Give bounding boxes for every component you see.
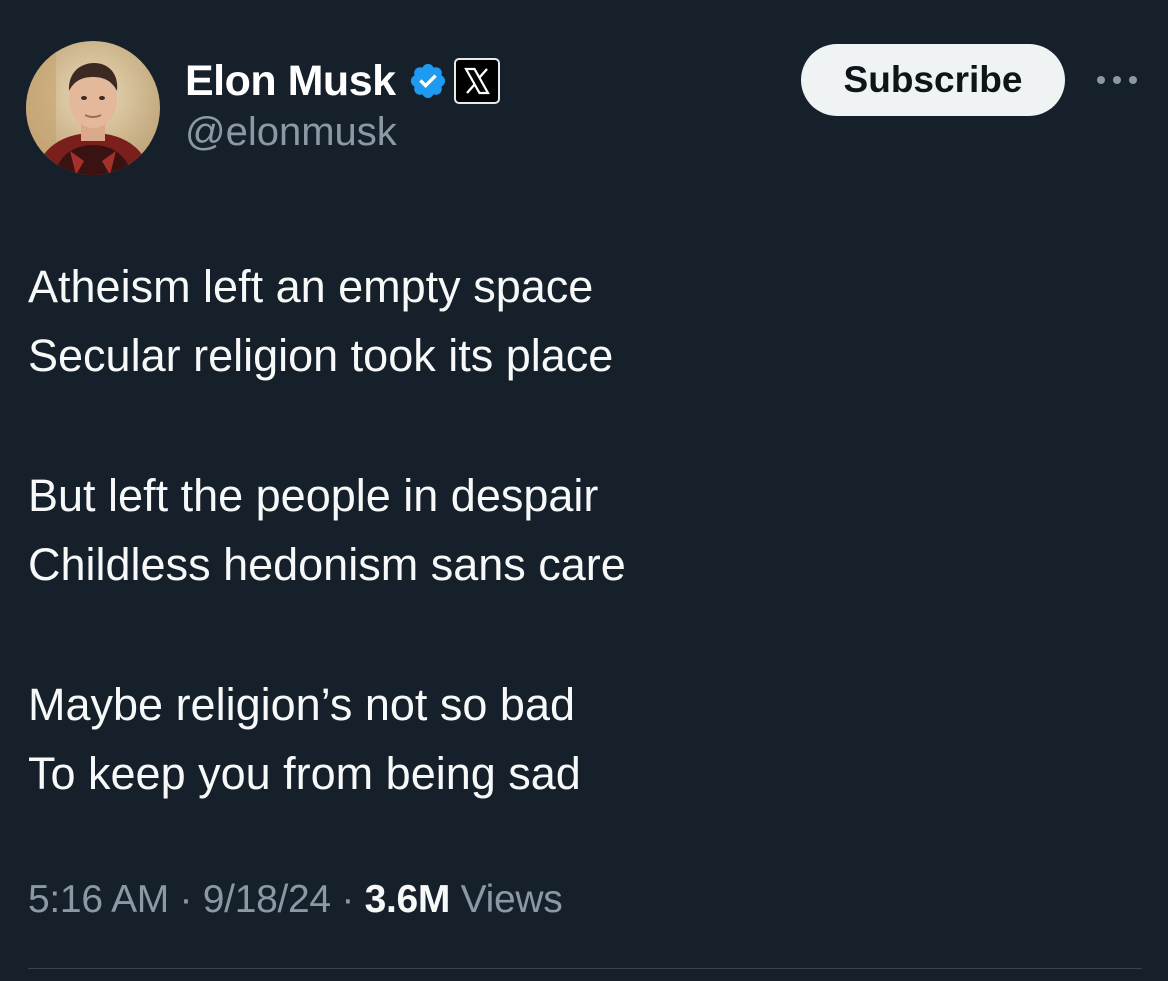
tweet-card: Elon Musk @elonmusk Subscribe Atheism le… xyxy=(0,0,1168,981)
meta-separator: · xyxy=(179,878,193,921)
tweet-time[interactable]: 5:16 AM xyxy=(28,878,169,921)
tweet-date[interactable]: 9/18/24 xyxy=(203,878,331,921)
poem-stanza: Maybe religion’s not so bad To keep you … xyxy=(28,670,1128,808)
more-horizontal-icon[interactable] xyxy=(1094,64,1140,96)
verified-badge-icon[interactable] xyxy=(408,61,448,101)
poem-line: Childless hedonism sans care xyxy=(28,539,626,590)
subscribe-button[interactable]: Subscribe xyxy=(801,44,1065,116)
poem-stanza: But left the people in despair Childless… xyxy=(28,461,1128,599)
author-display-name[interactable]: Elon Musk xyxy=(185,57,396,106)
tweet-metadata: 5:16 AM · 9/18/24 · 3.6M Views xyxy=(28,878,563,922)
views-label: Views xyxy=(460,878,563,921)
poem-line: Maybe religion’s not so bad xyxy=(28,679,576,730)
x-logo-icon[interactable] xyxy=(453,58,500,104)
author-handle[interactable]: @elonmusk xyxy=(185,110,397,155)
poem-line: Secular religion took its place xyxy=(28,330,614,381)
avatar[interactable] xyxy=(26,41,160,175)
avatar-image xyxy=(26,41,160,175)
poem-line: Atheism left an empty space xyxy=(28,261,594,312)
tweet-text: Atheism left an empty space Secular reli… xyxy=(28,252,1128,808)
author-name-row: Elon Musk xyxy=(185,55,500,107)
divider xyxy=(28,968,1142,969)
poem-line: But left the people in despair xyxy=(28,470,599,521)
meta-separator: · xyxy=(341,878,355,921)
views-count[interactable]: 3.6M xyxy=(365,878,451,921)
poem-stanza: Atheism left an empty space Secular reli… xyxy=(28,252,1128,390)
poem-line: To keep you from being sad xyxy=(28,748,581,799)
